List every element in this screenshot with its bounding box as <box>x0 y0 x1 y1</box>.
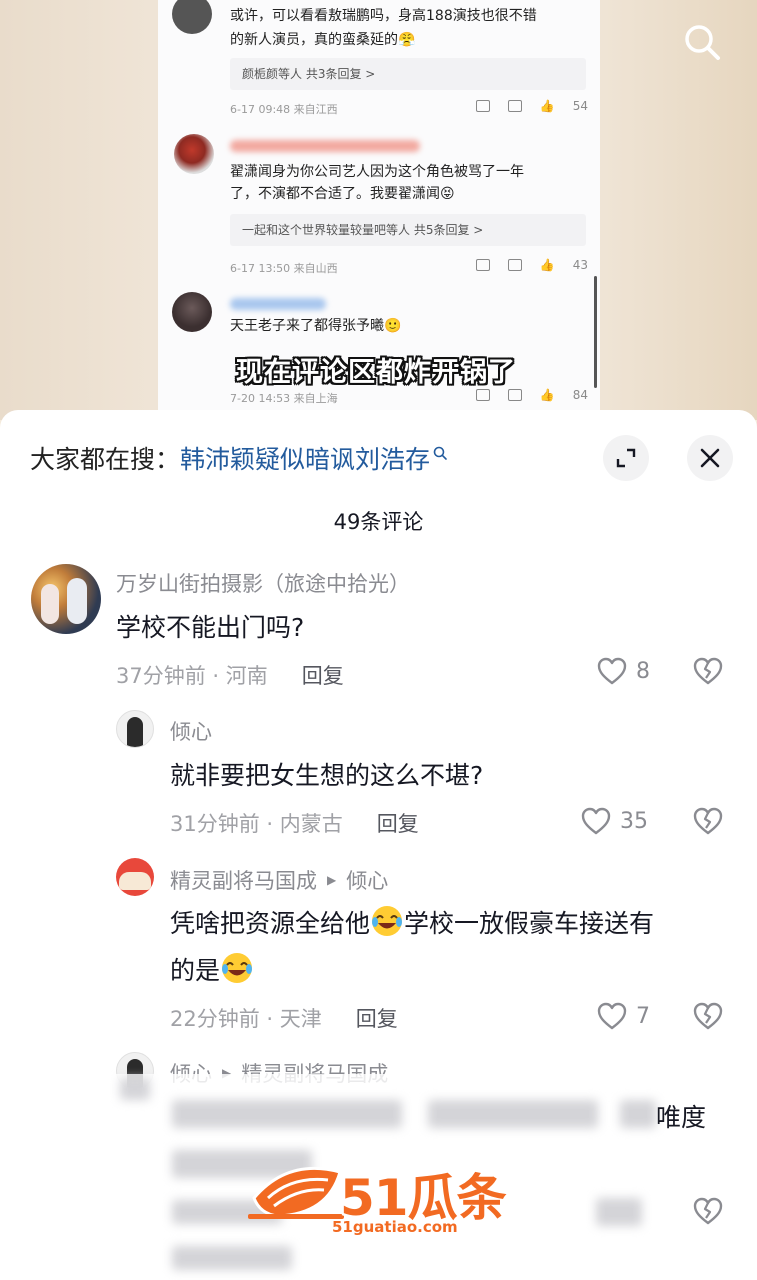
thumb-up-icon: 👍 <box>539 99 555 113</box>
dislike-button[interactable] <box>692 806 724 840</box>
comment-text-part: 的是 <box>170 956 221 985</box>
blurred-content <box>172 1100 402 1128</box>
comment-icon <box>507 100 522 112</box>
thumb-up-icon: 👍 <box>539 258 555 272</box>
author-name[interactable]: 倾心 <box>170 716 212 746</box>
hot-search-term[interactable]: 韩沛颖疑似暗讽刘浩存 <box>180 440 430 476</box>
video-search-button[interactable] <box>680 20 724 64</box>
comment-text: 学校不能出门吗? <box>116 613 305 642</box>
blurred-content <box>620 1100 656 1128</box>
blurred-content <box>428 1100 598 1128</box>
screenshot-reply-summary: 颜栀颜等人 共3条回复 > <box>230 58 586 90</box>
avatar[interactable] <box>116 858 154 896</box>
watermark-logo: 51瓜条 51guatiao.com <box>248 1158 510 1240</box>
reply-button[interactable]: 回复 <box>377 808 419 838</box>
comment-text-part: 凭啥把资源全给他 <box>170 909 371 938</box>
screenshot-actions: 👍 54 <box>475 99 588 113</box>
blurred-content <box>120 1078 150 1100</box>
screenshot-meta: 7-20 14:53 来自上海 <box>230 392 338 405</box>
heart-icon <box>597 657 627 685</box>
heart-icon <box>597 1002 627 1030</box>
screenshot-meta: 6-17 13:50 来自山西 <box>230 262 338 275</box>
hot-search-prefix: 大家都在搜： <box>30 445 181 474</box>
search-icon <box>433 446 447 460</box>
avatar[interactable] <box>31 564 101 634</box>
like-count: 35 <box>620 808 648 834</box>
screenshot-actions: 👍 43 <box>475 258 588 272</box>
broken-heart-icon <box>693 807 723 835</box>
screenshot-likes: 84 <box>572 388 588 402</box>
comment-count: 49条评论 <box>333 510 424 534</box>
share-icon <box>475 259 490 271</box>
screenshot-avatar <box>174 134 214 174</box>
comment-time-location: 22分钟前 · 天津 <box>170 1007 322 1031</box>
comment-sheet: 大家都在搜： 韩沛颖疑似暗讽刘浩存 49条评论 万岁山街拍摄影（旅途中拾光） 学… <box>0 410 757 1280</box>
comment-meta: 31分钟前 · 内蒙古 回复 <box>170 808 419 838</box>
dislike-button[interactable] <box>692 1196 724 1230</box>
comment-author[interactable]: 精灵副将马国成 ▶ 倾心 <box>170 865 388 895</box>
comment-meta: 37分钟前 · 河南 回复 <box>116 660 344 690</box>
screenshot-name-blurred <box>230 140 420 152</box>
dislike-button[interactable] <box>692 1001 724 1035</box>
like-button[interactable]: 7 <box>596 1001 650 1031</box>
screenshot-comment-text: 的新人演员，真的蛮桑延的😤 <box>230 32 416 48</box>
screenshot-actions: 👍 84 <box>475 388 588 402</box>
screenshot-comment-text: 翟潇闻身为你公司艺人因为这个角色被骂了一年 <box>230 164 524 180</box>
comment-text: 就非要把女生想的这么不堪? <box>170 761 484 790</box>
comment-text-part: 学校一放假豪车接送有 <box>404 909 655 938</box>
video-player[interactable]: 或许，可以看看敖瑞鹏吗，身高188演技也很不错 的新人演员，真的蛮桑延的😤 颜栀… <box>0 0 757 420</box>
close-button[interactable] <box>687 435 733 481</box>
comment-icon <box>507 259 522 271</box>
reply-button[interactable]: 回复 <box>356 1003 398 1033</box>
share-icon <box>475 100 490 112</box>
avatar[interactable] <box>116 710 154 748</box>
screenshot-avatar <box>172 0 212 34</box>
screenshot-avatar <box>172 292 212 332</box>
screenshot-comment-text: 天王老子来了都得张予曦🙂 <box>230 318 402 334</box>
screenshot-reply-summary: 一起和这个世界较量较量吧等人 共5条回复 > <box>230 214 586 246</box>
comment-author[interactable]: 倾心 <box>170 716 212 746</box>
screenshot-likes: 54 <box>572 99 588 113</box>
blurred-content <box>172 1246 292 1270</box>
screenshot-comment-text: 了，不演都不合适了。我要翟潇闻😝 <box>230 186 455 202</box>
expand-icon <box>616 448 636 468</box>
blurred-content <box>596 1198 642 1226</box>
expand-button[interactable] <box>603 435 649 481</box>
comment-text: 唯度 <box>656 1103 707 1132</box>
search-icon <box>685 25 720 60</box>
like-count: 8 <box>636 658 650 684</box>
reply-arrow-icon: ▶ <box>327 873 337 887</box>
author-name[interactable]: 万岁山街拍摄影（旅途中拾光） <box>116 568 410 598</box>
dislike-button[interactable] <box>692 656 724 690</box>
heart-icon <box>581 807 611 835</box>
reply-target-name[interactable]: 倾心 <box>346 865 388 895</box>
close-icon <box>700 448 720 468</box>
video-subtitle: 现在评论区都炸开锅了 <box>236 357 516 388</box>
like-button[interactable]: 8 <box>596 656 650 686</box>
like-count: 7 <box>636 1003 650 1029</box>
screenshot-name-blurred <box>230 298 326 310</box>
comment-time-location: 37分钟前 · 河南 <box>116 664 268 688</box>
author-name[interactable]: 精灵副将马国成 <box>170 865 317 895</box>
watermark-url: 51guatiao.com <box>332 1218 458 1236</box>
laughing-crying-emoji-icon <box>370 904 404 938</box>
thumb-up-icon: 👍 <box>539 388 555 402</box>
broken-heart-icon <box>693 1002 723 1030</box>
screenshot-likes: 43 <box>572 258 588 272</box>
screenshot-comment-text: 或许，可以看看敖瑞鹏吗，身高188演技也很不错 <box>230 8 537 24</box>
screenshot-scrollbar <box>594 276 597 388</box>
comment-icon <box>507 389 522 401</box>
comment-time-location: 31分钟前 · 内蒙古 <box>170 812 343 836</box>
laughing-crying-emoji-icon <box>220 951 254 985</box>
hot-search-bar[interactable]: 大家都在搜： 韩沛颖疑似暗讽刘浩存 <box>30 440 448 476</box>
share-icon <box>475 389 490 401</box>
comment-author[interactable]: 万岁山街拍摄影（旅途中拾光） <box>116 568 410 598</box>
broken-heart-icon <box>693 1197 723 1225</box>
like-button[interactable]: 35 <box>580 806 648 836</box>
reply-button[interactable]: 回复 <box>302 660 344 690</box>
comment-text: 凭啥把资源全给他 学校一放假豪车接送有 的是 <box>170 900 730 994</box>
comment-meta: 22分钟前 · 天津 回复 <box>170 1003 398 1033</box>
screenshot-meta: 6-17 09:48 来自江西 <box>230 103 338 116</box>
broken-heart-icon <box>693 657 723 685</box>
